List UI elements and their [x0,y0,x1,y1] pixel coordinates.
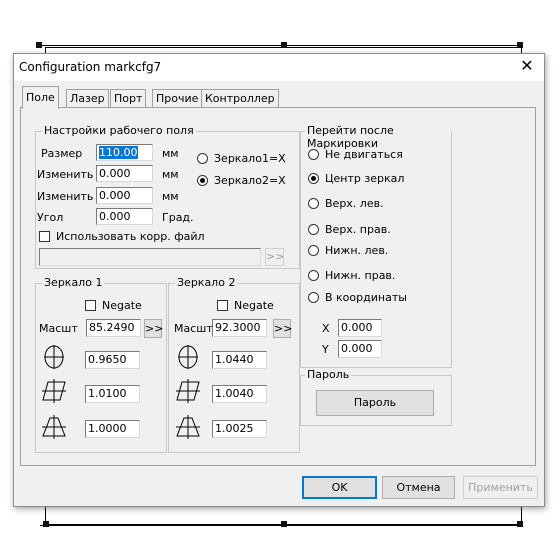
mirror2x-label: Зеркало2=X [214,174,286,187]
after-mark-radio-coords[interactable] [308,292,319,303]
password-group: Пароль Пароль [300,368,452,426]
cancel-button[interactable]: Отмена [382,476,455,499]
after-mark-radio-top-left[interactable] [308,198,319,209]
mirror1x-radio[interactable] [197,153,208,164]
dialog-title: Configuration markcfg7 [19,60,162,74]
tab-other[interactable]: Прочие [152,89,203,107]
change1-input[interactable]: 0.000 [96,165,153,182]
mirror2-title: Зеркало 2 [175,276,238,289]
after-mark-radio-center[interactable] [308,173,319,184]
mirror1-scale-input[interactable]: 85.2490 [86,319,141,337]
change2-input[interactable]: 0.000 [96,187,153,204]
size-input[interactable]: 110.00 [96,144,153,161]
after-mark-option-center: Центр зеркал [325,172,405,185]
configuration-dialog: Configuration markcfg7 ✕ Поле Лазер Порт… [13,53,545,507]
mirror1-trapezoid-input[interactable]: 1.0000 [85,420,140,438]
selection-handle[interactable] [517,42,523,48]
y-coord-label: Y [322,343,329,356]
selection-handle[interactable] [36,42,42,48]
password-button[interactable]: Пароль [316,390,434,416]
password-title: Пароль [305,368,352,381]
title-bar: Configuration markcfg7 ✕ [14,54,544,81]
mirror2x-radio[interactable] [197,175,208,186]
mirror2-scale-input[interactable]: 92.3000 [212,319,267,337]
field-settings-title: Настройки рабочего поля [42,124,196,137]
apply-button[interactable]: Применить [463,476,538,499]
mirror1-negate-checkbox[interactable] [85,300,96,311]
field-settings-group: Настройки рабочего поля Размер 110.00 мм… [35,124,300,269]
after-mark-radio-bottom-left[interactable] [308,245,319,256]
selection-handle[interactable] [517,521,523,527]
close-icon[interactable]: ✕ [518,57,536,75]
size-value: 110.00 [99,146,138,159]
mirror1x-label: Зеркало1=X [214,152,286,165]
ellipse-correction-icon [44,345,64,369]
tab-panel-field: Настройки рабочего поля Размер 110.00 мм… [20,107,536,466]
mirror2-negate-label: Negate [234,299,274,312]
ellipse-correction-icon [178,345,198,369]
change1-unit: мм [162,168,179,181]
parallelogram-correction-icon [176,379,200,403]
mirror2-ellipse-input[interactable]: 1.0440 [212,351,267,369]
use-corr-label: Использовать корр. файл [56,230,205,243]
parallelogram-correction-icon [42,379,66,403]
corr-browse-button[interactable]: >> [265,248,284,266]
trapezoid-correction-icon [176,415,200,439]
mirror2-scale-button[interactable]: >> [273,319,292,338]
mirror1-group: Зеркало 1 Negate Масшт 85.2490 >> 0.9650… [35,276,167,453]
x-coord-input[interactable]: 0.000 [338,319,382,337]
ok-button[interactable]: OK [302,476,377,499]
mirror2-trapezoid-input[interactable]: 1.0025 [212,420,267,438]
change1-label: Изменить [37,168,94,181]
mirror2-group: Зеркало 2 Negate Масшт 92.3000 >> 1.0440… [168,276,300,453]
mirror1-scale-button[interactable]: >> [144,319,163,338]
angle-label: Угол [37,211,64,224]
after-mark-option-top-right: Верх. прав. [325,223,391,236]
tab-laser[interactable]: Лазер [66,89,109,107]
corr-file-input[interactable] [39,248,261,266]
size-unit: мм [162,147,179,160]
after-mark-radio-no-move[interactable] [308,149,319,160]
mirror2-scale-label: Масшт [174,322,213,335]
after-mark-radio-bottom-right[interactable] [308,270,319,281]
change2-label: Изменить [37,190,94,203]
size-label: Размер [41,147,83,160]
use-corr-checkbox[interactable] [39,231,50,242]
selection-handle[interactable] [43,521,49,527]
mirror1-scale-label: Масшт [39,322,78,335]
mirror1-title: Зеркало 1 [42,276,105,289]
tab-port[interactable]: Порт [110,89,147,107]
mirror1-ellipse-input[interactable]: 0.9650 [85,351,140,369]
angle-unit: Град. [162,211,194,224]
after-mark-radio-top-right[interactable] [308,224,319,235]
tab-controller[interactable]: Контроллер [201,89,279,107]
after-mark-option-coords: В координаты [325,291,407,304]
angle-input[interactable]: 0.000 [96,208,153,225]
selection-handle[interactable] [281,521,287,527]
after-mark-title: Перейти после Маркировки [305,124,451,150]
mirror2-parallelogram-input[interactable]: 1.0040 [212,385,267,403]
after-mark-group: Перейти после Маркировки Не двигаться Це… [300,124,452,368]
trapezoid-correction-icon [42,415,66,439]
mirror1-negate-label: Negate [102,299,142,312]
after-mark-option-top-left: Верх. лев. [325,197,384,210]
change2-unit: мм [162,190,179,203]
tab-field[interactable]: Поле [22,86,59,109]
y-coord-input[interactable]: 0.000 [338,340,382,358]
after-mark-option-no-move: Не двигаться [325,148,403,161]
mirror2-negate-checkbox[interactable] [217,300,228,311]
after-mark-option-bottom-left: Нижн. лев. [325,244,389,257]
after-mark-option-bottom-right: Нижн. прав. [325,269,396,282]
selection-handle[interactable] [281,42,287,48]
mirror1-parallelogram-input[interactable]: 1.0100 [85,385,140,403]
x-coord-label: X [322,322,330,335]
